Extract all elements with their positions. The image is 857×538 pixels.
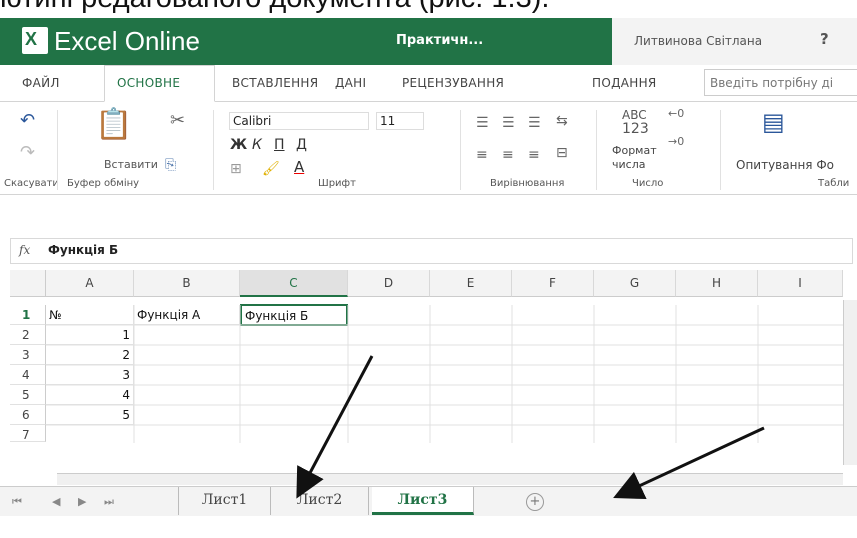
sheet-tab-1[interactable]: Лист1 <box>179 487 271 515</box>
copy-icon[interactable]: ⎘ <box>165 158 176 172</box>
row-header-6[interactable]: 6 <box>10 405 46 425</box>
number-group-label: Число <box>632 178 664 189</box>
document-title[interactable]: Практичн... <box>396 33 483 48</box>
bold-icon[interactable]: Ж <box>230 138 247 152</box>
tables-group-label: Табли <box>818 178 850 189</box>
row-header-2[interactable]: 2 <box>10 325 46 345</box>
fx-icon: fx <box>19 243 31 257</box>
font-color-icon[interactable]: A <box>294 160 304 175</box>
font-size-select[interactable]: 11 <box>376 112 424 130</box>
separator <box>720 110 721 190</box>
number-123-text: 123 <box>622 121 649 137</box>
last-sheet-icon[interactable]: ⏭ <box>104 495 114 509</box>
row-header-3[interactable]: 3 <box>10 345 46 365</box>
next-sheet-icon[interactable]: ▶ <box>78 495 86 508</box>
vertical-scrollbar[interactable] <box>843 300 857 465</box>
column-header-d[interactable]: D <box>348 270 430 297</box>
align-group-label: Вирівнювання <box>490 178 565 189</box>
wrap-text-icon[interactable]: ⇆ <box>556 114 568 128</box>
align-top-icon[interactable]: ☰ <box>476 116 489 130</box>
align-right-icon[interactable]: ≡ <box>528 148 540 162</box>
align-center-icon[interactable]: ≡ <box>502 148 514 162</box>
survey-icon[interactable]: ▤ <box>762 110 785 134</box>
merge-icon[interactable]: ⊟ <box>556 146 568 160</box>
align-bottom-icon[interactable]: ☰ <box>528 116 541 130</box>
app-name[interactable]: Excel Online <box>54 26 200 57</box>
double-underline-icon[interactable]: Д <box>296 138 307 152</box>
row-header-5[interactable]: 5 <box>10 385 46 405</box>
redo-icon[interactable]: ↷ <box>20 144 35 162</box>
row-header-1[interactable]: 1 <box>10 305 46 325</box>
font-group-label: Шрифт <box>318 178 356 189</box>
undo-icon[interactable]: ↶ <box>20 112 35 130</box>
align-left-icon[interactable]: ≡ <box>476 148 488 162</box>
decrease-decimal-icon[interactable]: →0 <box>668 136 684 147</box>
document-caption: ютині редагованого документа (рис. 1.3). <box>0 0 857 18</box>
fill-color-icon[interactable]: 🖌 <box>262 162 280 176</box>
number-format-button[interactable]: Формат <box>612 144 657 157</box>
sheet-tab-bar: ⏮ ◀ ▶ ⏭ Лист1 Лист2 Лист3 + <box>0 486 857 516</box>
add-sheet-icon[interactable]: + <box>526 493 544 511</box>
survey-button[interactable]: Опитування Фо <box>736 158 834 172</box>
underline-icon[interactable]: П <box>274 138 285 152</box>
excel-logo-icon[interactable]: X <box>22 27 48 54</box>
grid-lines <box>46 305 843 443</box>
column-header-g[interactable]: G <box>594 270 676 297</box>
horizontal-scrollbar[interactable] <box>57 473 843 485</box>
undo-group-label: Скасувати <box>4 178 59 189</box>
font-name-select[interactable]: Calibri <box>229 112 369 130</box>
tab-review[interactable]: РЕЦЕНЗУВАННЯ <box>402 76 504 90</box>
row-header-7[interactable]: 7 <box>10 425 46 442</box>
paste-button[interactable]: Вставити <box>104 158 158 171</box>
tab-view[interactable]: ПОДАННЯ <box>592 76 657 90</box>
column-header-f[interactable]: F <box>512 270 594 297</box>
tell-me-input[interactable]: Введіть потрібну ді <box>704 69 857 96</box>
sheet-tab-2[interactable]: Лист2 <box>271 487 369 515</box>
tab-data[interactable]: ДАНІ <box>335 76 366 90</box>
borders-icon[interactable]: ⊞ <box>230 162 242 176</box>
cut-icon[interactable]: ✂ <box>170 112 185 130</box>
user-name[interactable]: Литвинова Світлана <box>634 34 762 48</box>
column-header-e[interactable]: E <box>430 270 512 297</box>
number-format-button-line2[interactable]: числа <box>612 158 645 171</box>
row-header-4[interactable]: 4 <box>10 365 46 385</box>
column-header-h[interactable]: H <box>676 270 758 297</box>
clipboard-group-label: Буфер обміну <box>67 178 140 189</box>
column-header-c[interactable]: C <box>240 270 348 297</box>
tab-home[interactable]: ОСНОВНЕ <box>117 76 180 90</box>
sheet-tab-3[interactable]: Лист3 <box>372 487 474 515</box>
ribbon-tabs: ФАЙЛ ОСНОВНЕ ВСТАВЛЕННЯ ДАНІ РЕЦЕНЗУВАНН… <box>0 65 857 102</box>
separator <box>596 110 597 190</box>
formula-value[interactable]: Функція Б <box>48 243 118 257</box>
increase-decimal-icon[interactable]: ←0 <box>668 108 684 119</box>
column-header-i[interactable]: I <box>758 270 843 297</box>
separator <box>213 110 214 190</box>
separator <box>460 110 461 190</box>
ribbon: ↶ ↷ Скасувати 📋 ✂ Вставити ⎘ Буфер обмін… <box>0 102 857 195</box>
formula-bar[interactable]: fx Функція Б <box>10 238 853 264</box>
paste-icon[interactable]: 📋 <box>95 110 132 140</box>
column-header-a[interactable]: A <box>46 270 134 297</box>
abc-text: ABC <box>622 108 647 122</box>
align-middle-icon[interactable]: ☰ <box>502 116 515 130</box>
select-all-corner[interactable] <box>10 270 46 297</box>
prev-sheet-icon[interactable]: ◀ <box>52 495 60 508</box>
tab-insert[interactable]: ВСТАВЛЕННЯ <box>232 76 318 90</box>
user-area: Литвинова Світлана ? <box>612 18 857 65</box>
column-header-b[interactable]: B <box>134 270 240 297</box>
separator <box>57 110 58 190</box>
tab-file[interactable]: ФАЙЛ <box>22 76 60 90</box>
first-sheet-icon[interactable]: ⏮ <box>12 495 22 509</box>
help-icon[interactable]: ? <box>820 30 829 48</box>
italic-icon[interactable]: К <box>252 138 262 152</box>
